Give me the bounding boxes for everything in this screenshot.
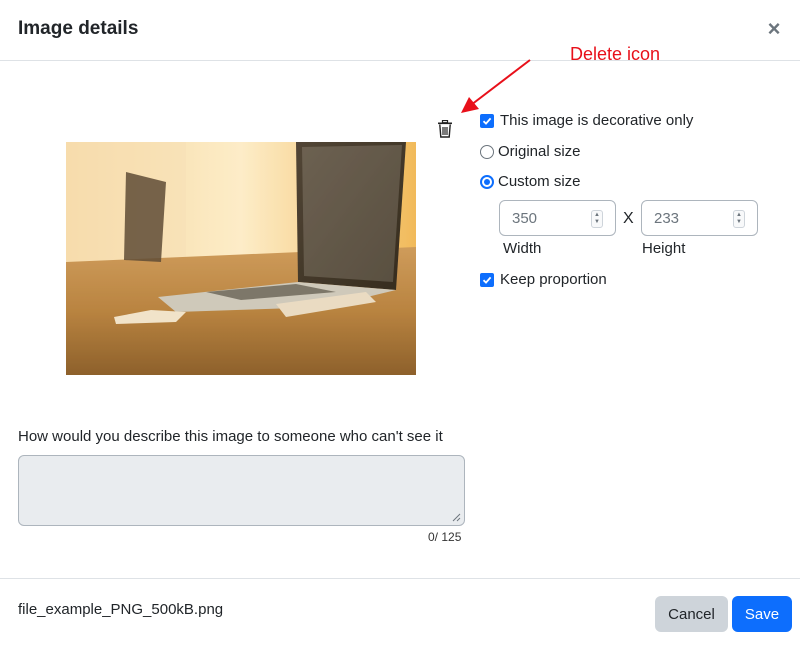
width-input[interactable]: 350 ▲ ▼	[499, 200, 616, 236]
image-details-dialog: Image details × Delete icon This image i…	[0, 0, 800, 648]
radio-icon	[480, 144, 494, 159]
custom-size-radio[interactable]: Custom size	[480, 173, 581, 190]
dialog-title: Image details	[18, 18, 139, 39]
description-label: How would you describe this image to som…	[18, 428, 443, 445]
height-value: 233	[654, 210, 680, 227]
spinner-icon[interactable]: ▲ ▼	[591, 210, 603, 228]
decorative-label: This image is decorative only	[500, 112, 694, 129]
original-size-radio[interactable]: Original size	[480, 143, 581, 160]
dialog-header: Image details ×	[0, 0, 800, 61]
width-label: Width	[503, 240, 542, 257]
annotation-label: Delete icon	[570, 44, 661, 64]
save-button[interactable]: Save	[732, 596, 792, 632]
dialog-footer: file_example_PNG_500kB.png Cancel Save	[0, 578, 800, 648]
spinner-icon[interactable]: ▲ ▼	[733, 210, 745, 228]
height-label: Height	[642, 240, 686, 257]
height-input[interactable]: 233 ▲ ▼	[641, 200, 758, 236]
width-value: 350	[512, 210, 538, 227]
custom-size-label: Custom size	[498, 173, 581, 190]
keep-proportion-checkbox[interactable]: Keep proportion	[480, 271, 607, 288]
cancel-button[interactable]: Cancel	[655, 596, 728, 632]
size-separator: X	[623, 210, 634, 227]
trash-icon[interactable]	[437, 120, 453, 138]
close-icon[interactable]: ×	[763, 18, 785, 40]
check-icon	[480, 272, 494, 287]
check-icon	[480, 113, 494, 128]
image-preview	[66, 142, 416, 375]
description-textarea[interactable]	[18, 455, 465, 526]
character-counter: 0/ 125	[428, 530, 462, 544]
keep-proportion-label: Keep proportion	[500, 271, 607, 288]
annotation-arrow-icon	[461, 59, 531, 113]
resize-grip-icon[interactable]	[452, 513, 461, 522]
radio-selected-icon	[480, 174, 494, 189]
file-name: file_example_PNG_500kB.png	[18, 601, 224, 618]
decorative-checkbox[interactable]: This image is decorative only	[480, 112, 693, 129]
original-size-label: Original size	[498, 143, 581, 160]
